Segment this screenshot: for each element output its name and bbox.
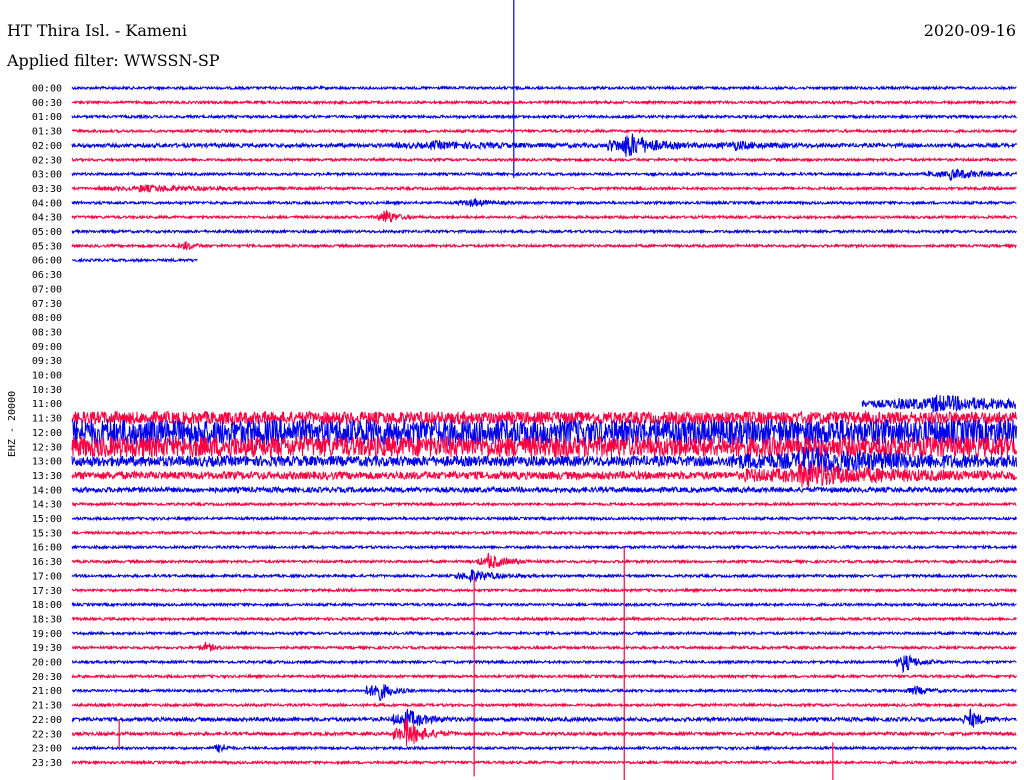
time-tick-label: 02:00 bbox=[32, 141, 62, 152]
time-tick-label: 02:30 bbox=[32, 155, 62, 166]
time-tick-label: 13:30 bbox=[32, 471, 62, 482]
time-tick-label: 07:00 bbox=[32, 284, 62, 295]
seismic-trace-0030 bbox=[71, 99, 1017, 106]
seismic-trace-2230 bbox=[71, 717, 1017, 747]
seismic-trace-1730 bbox=[71, 587, 1017, 594]
seismic-trace-2000 bbox=[72, 654, 1017, 674]
seismic-trace-1800 bbox=[71, 601, 1017, 608]
seismic-trace-0100 bbox=[71, 113, 1017, 120]
seismic-trace-1130 bbox=[71, 409, 1017, 427]
seismic-trace-1500 bbox=[71, 515, 1017, 522]
time-axis: 00:00 00:30 01:00 01:30 02:00 02:30 03:00 03:30… bbox=[32, 84, 62, 769]
seismic-trace-2030 bbox=[71, 673, 1017, 680]
time-tick-label: 18:00 bbox=[32, 600, 62, 611]
seismic-trace-0430 bbox=[71, 210, 1017, 223]
time-tick-label: 00:00 bbox=[32, 84, 62, 95]
station-title: HT Thira Isl. - Kameni bbox=[7, 21, 187, 40]
time-tick-label: 08:00 bbox=[32, 313, 62, 324]
time-tick-label: 09:00 bbox=[32, 342, 62, 353]
time-tick-label: 11:00 bbox=[32, 399, 62, 410]
time-tick-label: 23:00 bbox=[32, 744, 62, 755]
time-tick-label: 15:30 bbox=[32, 528, 62, 539]
channel-label: EHZ - 20000 bbox=[7, 391, 18, 457]
seismic-trace-0230 bbox=[71, 156, 1017, 163]
time-tick-label: 23:30 bbox=[32, 758, 62, 769]
time-tick-label: 14:30 bbox=[32, 500, 62, 511]
time-tick-label: 12:30 bbox=[32, 442, 62, 453]
time-tick-label: 22:30 bbox=[32, 729, 62, 740]
seismic-trace-0400 bbox=[71, 197, 1017, 208]
seismic-trace-2130 bbox=[71, 701, 1017, 709]
time-tick-label: 07:30 bbox=[32, 299, 62, 310]
time-tick-label: 06:30 bbox=[32, 270, 62, 281]
time-tick-label: 18:30 bbox=[32, 614, 62, 625]
time-tick-label: 04:00 bbox=[32, 198, 62, 209]
time-tick-label: 16:30 bbox=[32, 557, 62, 568]
seismic-trace-1930 bbox=[71, 641, 1017, 652]
seismic-trace-0300 bbox=[71, 168, 1017, 182]
seismic-trace-2330 bbox=[71, 759, 1017, 766]
time-tick-label: 01:00 bbox=[32, 112, 62, 123]
time-tick-label: 21:00 bbox=[32, 686, 62, 697]
seismic-trace-1830 bbox=[71, 615, 1017, 623]
seismic-trace-1630 bbox=[71, 552, 1017, 569]
time-tick-label: 17:00 bbox=[32, 571, 62, 582]
seismic-trace-0130 bbox=[71, 127, 1017, 135]
time-tick-label: 15:00 bbox=[32, 514, 62, 525]
time-tick-label: 17:30 bbox=[32, 586, 62, 597]
time-tick-label: 10:30 bbox=[32, 385, 62, 396]
time-tick-label: 22:00 bbox=[32, 715, 62, 726]
time-tick-label: 03:30 bbox=[32, 184, 62, 195]
time-tick-label: 09:30 bbox=[32, 356, 62, 367]
seismic-trace-0500 bbox=[71, 228, 1017, 235]
seismic-trace-1600 bbox=[71, 543, 1017, 551]
time-tick-label: 20:30 bbox=[32, 672, 62, 683]
time-tick-label: 21:30 bbox=[32, 701, 62, 712]
seismic-trace-1300 bbox=[71, 446, 1017, 475]
seismic-trace-0000 bbox=[71, 84, 1017, 92]
seismic-trace-1430 bbox=[71, 500, 1017, 508]
seismic-trace-0530 bbox=[71, 241, 1017, 251]
time-tick-label: 19:00 bbox=[32, 629, 62, 640]
seismic-trace-0600 bbox=[72, 257, 198, 264]
time-tick-label: 00:30 bbox=[32, 98, 62, 109]
date-label: 2020-09-16 bbox=[924, 21, 1016, 40]
time-tick-label: 10:00 bbox=[32, 371, 62, 382]
seismic-trace-1900 bbox=[71, 630, 1017, 637]
filter-label: Applied filter: WWSSN-SP bbox=[6, 51, 220, 70]
trace-group bbox=[71, 0, 1017, 780]
seismic-trace-2200 bbox=[71, 708, 1017, 731]
seismic-trace-1400 bbox=[71, 485, 1017, 495]
time-tick-label: 08:30 bbox=[32, 327, 62, 338]
seismic-trace-2100 bbox=[72, 684, 1017, 702]
time-tick-label: 11:30 bbox=[32, 414, 62, 425]
time-tick-label: 19:30 bbox=[32, 643, 62, 654]
seismic-trace-1700 bbox=[71, 568, 1017, 584]
time-tick-label: 04:30 bbox=[32, 213, 62, 224]
seismic-trace-0330 bbox=[71, 183, 1017, 193]
time-tick-label: 14:00 bbox=[32, 485, 62, 496]
seismic-trace-1530 bbox=[71, 529, 1017, 537]
time-tick-label: 12:00 bbox=[32, 428, 62, 439]
seismic-trace-2300 bbox=[71, 744, 1017, 753]
time-tick-label: 03:00 bbox=[32, 170, 62, 181]
time-tick-label: 05:00 bbox=[32, 227, 62, 238]
time-tick-label: 01:30 bbox=[32, 127, 62, 138]
time-tick-label: 16:00 bbox=[32, 543, 62, 554]
time-tick-label: 06:00 bbox=[32, 256, 62, 267]
time-tick-label: 13:00 bbox=[32, 457, 62, 468]
helicorder-chart: HT Thira Isl. - Kameni 2020-09-16 Applie… bbox=[6, 0, 1017, 780]
seismic-trace-1100 bbox=[861, 394, 1017, 413]
time-tick-label: 05:30 bbox=[32, 241, 62, 252]
time-tick-label: 20:00 bbox=[32, 658, 62, 669]
seismic-trace-0200 bbox=[71, 133, 1017, 157]
